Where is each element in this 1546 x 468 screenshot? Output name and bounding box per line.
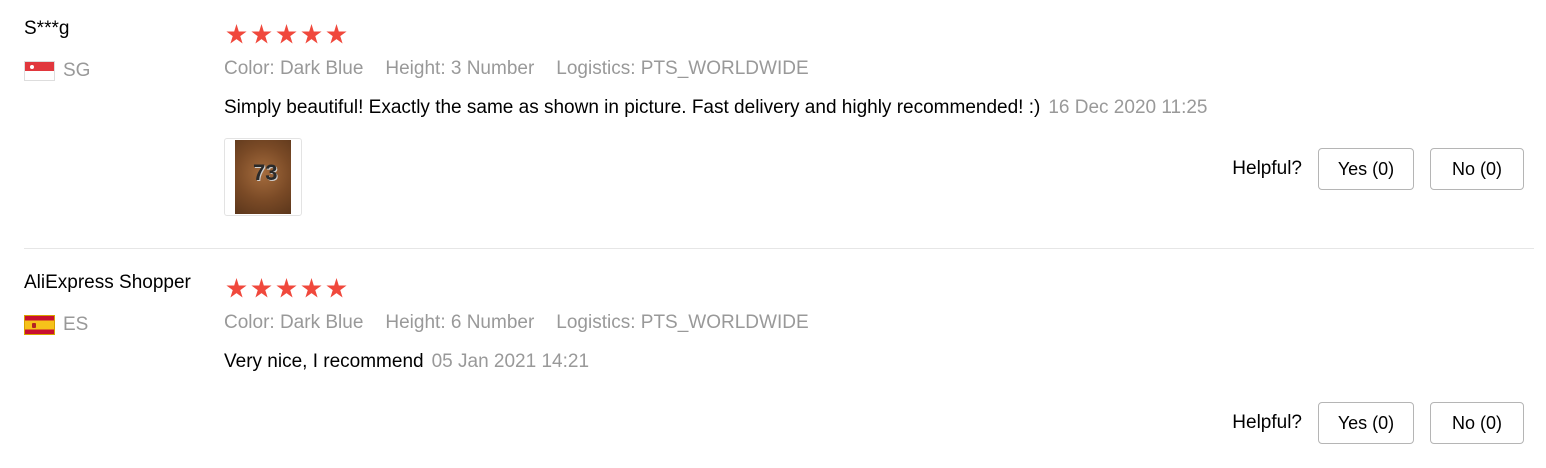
helpful-no-button[interactable]: No (0)	[1430, 402, 1524, 444]
review-content: Very nice, I recommend 05 Jan 2021 14:21	[224, 351, 589, 373]
reviewer-name: S***g	[24, 18, 70, 39]
spain-flag-icon	[24, 315, 55, 335]
helpful-label: Helpful?	[1232, 158, 1302, 179]
reviewer-country: SG	[24, 60, 90, 82]
helpful-controls: Helpful? Yes (0) No (0)	[1232, 148, 1524, 190]
helpful-label: Helpful?	[1232, 412, 1302, 433]
review-item: AliExpress Shopper ES Color: Dark Blue H…	[0, 248, 1546, 468]
review-text: Very nice, I recommend	[224, 351, 424, 372]
reviewer-name: AliExpress Shopper	[24, 272, 191, 293]
helpful-yes-button[interactable]: Yes (0)	[1318, 402, 1414, 444]
review-date: 05 Jan 2021 14:21	[431, 351, 590, 372]
attribute-color: Color: Dark Blue	[224, 312, 364, 333]
star-rating	[226, 24, 347, 45]
review-item: S***g SG Color: Dark Blue Height: 3 Numb…	[0, 0, 1546, 248]
photo-image: 73	[235, 140, 291, 214]
star-icon	[301, 278, 322, 298]
attribute-logistics: Logistics: PTS_WORLDWIDE	[556, 312, 809, 333]
product-attributes: Color: Dark Blue Height: 6 Number Logist…	[224, 312, 809, 334]
star-icon	[326, 278, 347, 298]
singapore-flag-icon	[24, 61, 55, 81]
star-icon	[226, 278, 247, 298]
attribute-height: Height: 6 Number	[385, 312, 535, 333]
helpful-no-button[interactable]: No (0)	[1430, 148, 1524, 190]
star-icon	[226, 24, 247, 44]
star-icon	[301, 24, 322, 44]
star-icon	[276, 278, 297, 298]
review-date: 16 Dec 2020 11:25	[1048, 97, 1208, 118]
country-code: ES	[63, 314, 89, 335]
star-icon	[276, 24, 297, 44]
attribute-logistics: Logistics: PTS_WORLDWIDE	[556, 58, 809, 79]
review-content: Simply beautiful! Exactly the same as sh…	[224, 97, 1208, 119]
helpful-controls: Helpful? Yes (0) No (0)	[1232, 402, 1524, 444]
helpful-yes-button[interactable]: Yes (0)	[1318, 148, 1414, 190]
attribute-height: Height: 3 Number	[385, 58, 535, 79]
attribute-color: Color: Dark Blue	[224, 58, 364, 79]
product-attributes: Color: Dark Blue Height: 3 Number Logist…	[224, 58, 809, 80]
country-code: SG	[63, 60, 91, 81]
photo-numbers: 73	[253, 160, 278, 185]
reviewer-country: ES	[24, 314, 88, 336]
star-icon	[326, 24, 347, 44]
star-icon	[251, 24, 272, 44]
review-photo-thumbnail[interactable]: 73	[224, 138, 302, 216]
review-text: Simply beautiful! Exactly the same as sh…	[224, 97, 1041, 118]
star-icon	[251, 278, 272, 298]
star-rating	[226, 278, 347, 299]
